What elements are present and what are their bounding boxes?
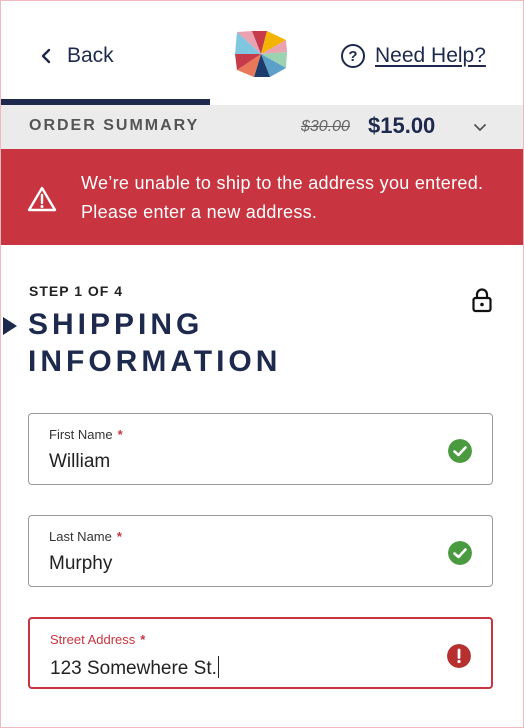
- top-navigation: Back ? Need Help?: [1, 1, 523, 105]
- checkout-screen: Back ? Need Help? ORDER SUMMARY $30.00 $…: [0, 0, 524, 728]
- last-name-value: Murphy: [49, 553, 113, 574]
- text-cursor: [217, 656, 219, 678]
- discounted-price: $15.00: [368, 113, 436, 138]
- last-name-label: Last Name *: [49, 529, 122, 544]
- street-address-label-text: Street Address: [50, 632, 136, 647]
- chevron-left-icon: [41, 48, 51, 64]
- street-address-text: 123 Somewhere St.: [50, 658, 217, 679]
- check-circle-icon: [448, 541, 472, 565]
- section-heading: SHIPPING INFORMATION: [28, 308, 282, 378]
- first-name-label-text: First Name: [49, 427, 113, 442]
- need-help-label: Need Help?: [375, 44, 486, 67]
- brand-logo: [235, 31, 287, 77]
- street-address-label: Street Address *: [50, 632, 145, 647]
- error-message: We’re unable to ship to the address you …: [81, 173, 484, 222]
- first-name-field[interactable]: First Name * William: [28, 413, 493, 485]
- order-summary-title: ORDER SUMMARY: [29, 117, 200, 134]
- last-name-label-text: Last Name: [49, 529, 112, 544]
- chevron-down-icon: [474, 124, 486, 131]
- street-address-value: 123 Somewhere St.: [50, 656, 219, 680]
- error-alert: We’re unable to ship to the address you …: [1, 149, 523, 245]
- need-help-link[interactable]: ? Need Help?: [341, 39, 486, 73]
- current-step-indicator: [3, 317, 17, 335]
- exclamation-circle-icon: [447, 644, 471, 668]
- question-circle-icon: ?: [341, 44, 365, 68]
- order-summary-toggle[interactable]: ORDER SUMMARY $30.00 $15.00: [1, 105, 523, 149]
- first-name-label: First Name *: [49, 427, 123, 442]
- last-name-field[interactable]: Last Name * Murphy: [28, 515, 493, 587]
- first-name-value: William: [49, 451, 111, 472]
- lock-icon: [472, 288, 492, 313]
- street-address-field[interactable]: Street Address * 123 Somewhere St.: [28, 617, 493, 689]
- original-price: $30.00: [301, 118, 350, 135]
- required-marker: *: [140, 632, 146, 647]
- required-marker: *: [117, 427, 123, 442]
- required-marker: *: [116, 529, 122, 544]
- step-counter: STEP 1 OF 4: [29, 283, 123, 299]
- back-label: Back: [67, 44, 114, 67]
- back-button[interactable]: Back: [37, 39, 114, 73]
- check-circle-icon: [448, 439, 472, 463]
- warning-triangle-icon: [27, 186, 57, 212]
